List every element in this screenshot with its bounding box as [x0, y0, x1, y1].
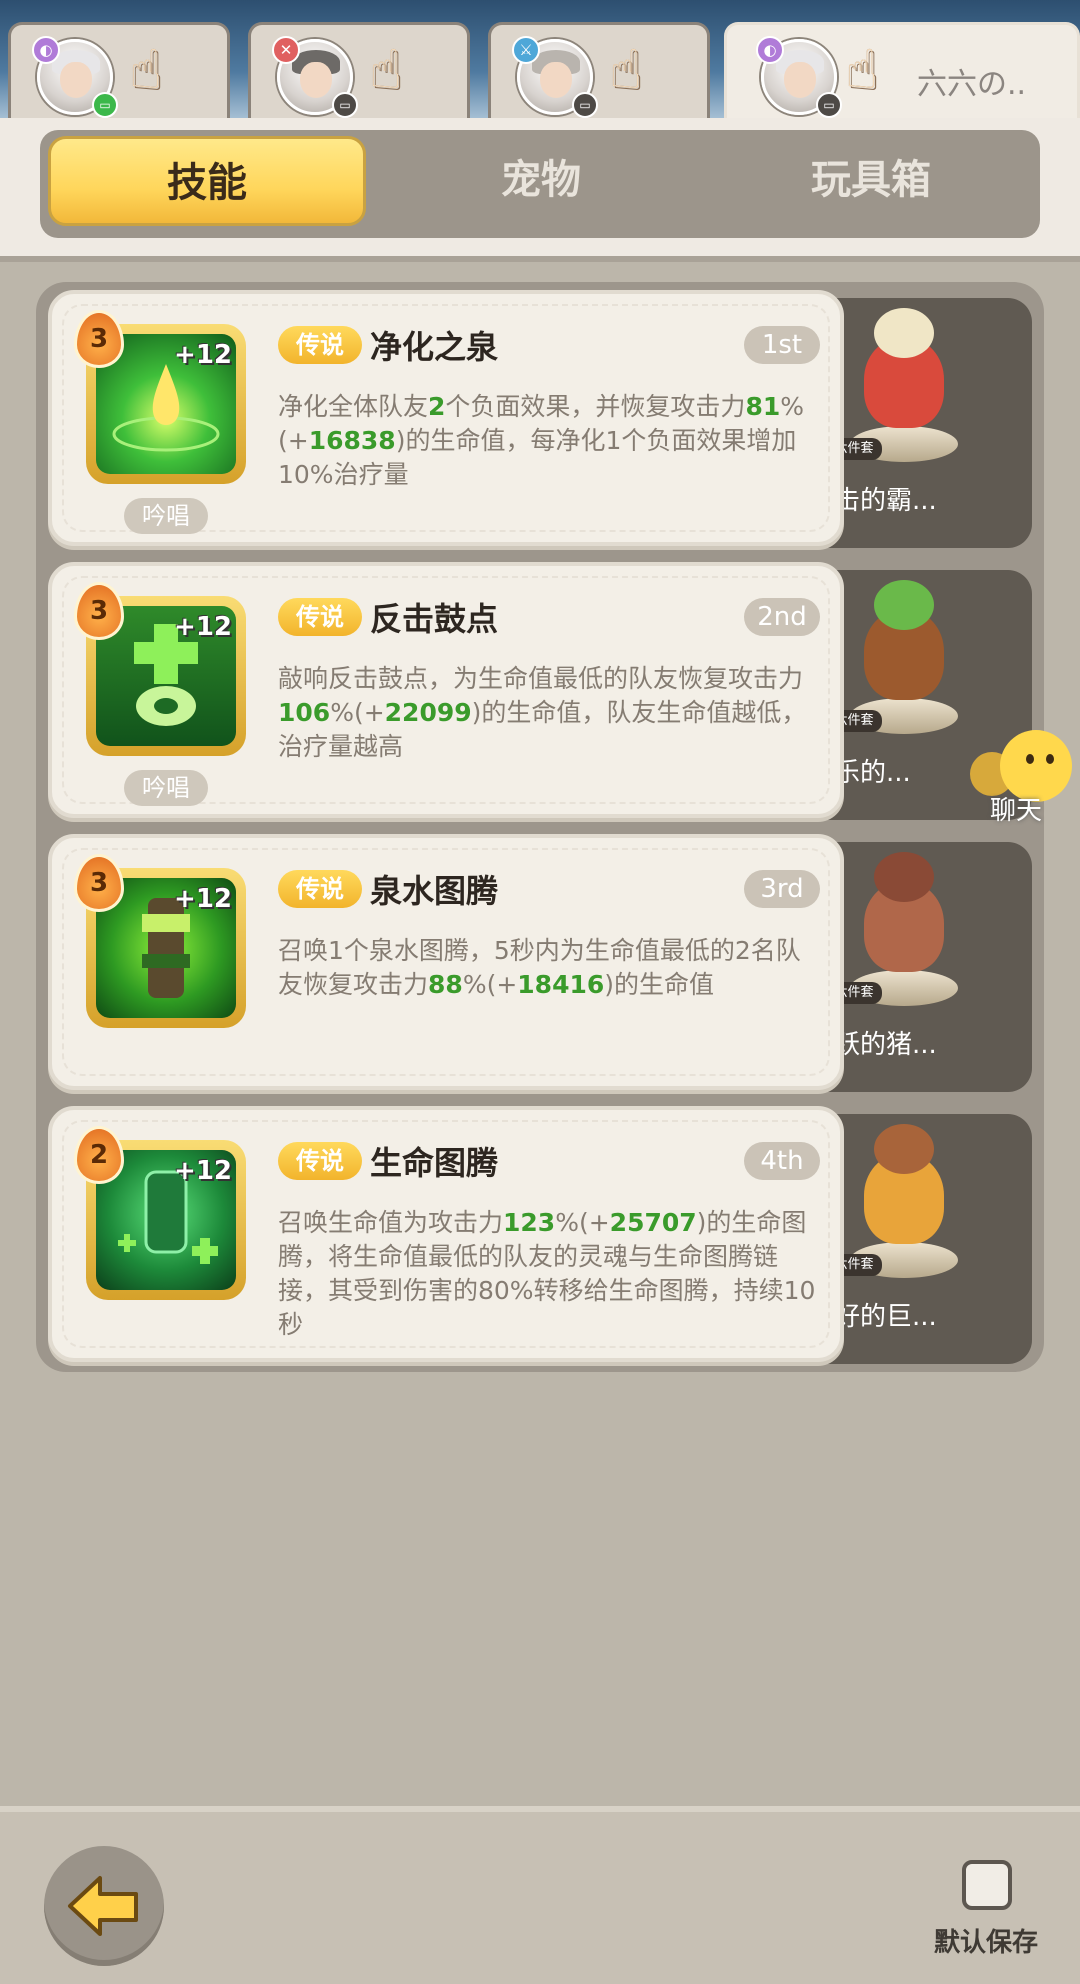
hero-tab-bar: ◐ ▭ ☝ ✕ ▭ ☝ ⚔ ▭ ☝ ◐ ▭ ☝ 六六の.. [0, 0, 1080, 132]
offline-status-icon: ▭ [332, 92, 358, 118]
skill-rank: 2nd [744, 598, 820, 636]
skill-plus-level: +12 [174, 1156, 232, 1186]
skill-plus-level: +12 [174, 340, 232, 370]
class-icon: ⚔ [512, 36, 540, 64]
category-tabs: 技能 宠物 玩具箱 [0, 118, 1080, 262]
pet-figure [846, 580, 966, 734]
skill-rank: 3rd [744, 870, 820, 908]
skill-level-badge: 3 [74, 310, 124, 368]
tab-skills[interactable]: 技能 [48, 136, 366, 226]
skill-icon[interactable]: 3 +12 [74, 854, 246, 1028]
class-icon: ◐ [756, 36, 784, 64]
rarity-badge: 传说 [278, 326, 362, 364]
skill-list-panel: 六件套 进击的霸... 3 +12 吟唱 传说 净化之泉 1st 净化全体队友2… [36, 282, 1044, 1372]
hero-tab-2[interactable]: ✕ ▭ ☝ [248, 22, 470, 122]
chat-label[interactable]: 聊天 [990, 790, 1042, 827]
pet-figure [846, 1124, 966, 1278]
skill-icon[interactable]: 2 +12 [74, 1126, 246, 1300]
skill-card[interactable]: 3 +12 吟唱 传说 净化之泉 1st 净化全体队友2个负面效果，并恢复攻击力… [48, 290, 844, 546]
hero-tab-3[interactable]: ⚔ ▭ ☝ [488, 22, 710, 122]
skill-name: 泉水图腾 [370, 872, 499, 910]
default-save-checkbox[interactable] [962, 1860, 1012, 1910]
skill-icon[interactable]: 3 +12 [74, 582, 246, 756]
skill-level-badge: 3 [74, 854, 124, 912]
skill-rank: 1st [744, 326, 820, 364]
hero-avatar: ✕ ▭ [272, 36, 358, 118]
skill-description: 敲响反击鼓点，为生命值最低的队友恢复攻击力106%(+22099)的生命值，队友… [278, 664, 807, 761]
skill-name: 反击鼓点 [370, 600, 499, 638]
skill-description: 召唤生命值为攻击力123%(+25707)的生命图腾，将生命值最低的队友的灵魂与… [278, 1208, 816, 1339]
skill-card[interactable]: 3 +12 吟唱 传说 反击鼓点 2nd 敲响反击鼓点，为生命值最低的队友恢复攻… [48, 562, 844, 818]
segment-control: 技能 宠物 玩具箱 [40, 130, 1040, 238]
like-hand-icon[interactable]: ☝ [129, 35, 162, 105]
tab-toybox[interactable]: 玩具箱 [706, 130, 1036, 238]
pet-figure [846, 308, 966, 462]
pet-figure [846, 852, 966, 1006]
skill-card[interactable]: 3 +12 传说 泉水图腾 3rd 召唤1个泉水图腾，5秒内为生命值最低的2名队… [48, 834, 844, 1090]
hero-tab-1[interactable]: ◐ ▭ ☝ [8, 22, 230, 122]
skill-row: 六件套 活跃的猪... 3 +12 传说 泉水图腾 3rd 召唤1个泉水图腾，5… [48, 834, 1032, 1092]
bottom-bar: 默认保存 [0, 1806, 1080, 1984]
online-status-icon: ▭ [92, 92, 118, 118]
skill-name: 生命图腾 [370, 1144, 499, 1182]
rarity-badge: 传说 [278, 598, 362, 636]
default-save-label: 默认保存 [934, 1928, 1039, 1958]
hero-avatar: ◐ ▭ [756, 36, 842, 118]
hero-tab-4[interactable]: ◐ ▭ ☝ 六六の.. [724, 22, 1080, 132]
rarity-badge: 传说 [278, 870, 362, 908]
skill-row: 六件套 进击的霸... 3 +12 吟唱 传说 净化之泉 1st 净化全体队友2… [48, 290, 1032, 548]
skill-card[interactable]: 2 +12 传说 生命图腾 4th 召唤生命值为攻击力123%(+25707)的… [48, 1106, 844, 1362]
chant-tag: 吟唱 [124, 498, 208, 534]
like-hand-icon[interactable]: ☝ [609, 35, 642, 105]
offline-status-icon: ▭ [816, 92, 842, 118]
hero-name: 六六の.. [917, 67, 1027, 102]
offline-status-icon: ▭ [572, 92, 598, 118]
skill-level-badge: 2 [74, 1126, 124, 1184]
back-button[interactable] [44, 1846, 164, 1966]
skill-name: 净化之泉 [370, 328, 499, 366]
hero-avatar: ◐ ▭ [32, 36, 118, 118]
skill-row: 六件套 友好的巨... 2 +12 传说 生命图腾 4th 召唤生命值为攻击力1… [48, 1106, 1032, 1364]
rarity-badge: 传说 [278, 1142, 362, 1180]
class-icon: ✕ [272, 36, 300, 64]
class-icon: ◐ [32, 36, 60, 64]
skill-level-badge: 3 [74, 582, 124, 640]
skill-row: 六件套 快乐的... 3 +12 吟唱 传说 反击鼓点 2nd 敲响反击鼓点，为… [48, 562, 1032, 820]
skill-icon[interactable]: 3 +12 [74, 310, 246, 484]
skill-plus-level: +12 [174, 884, 232, 914]
like-hand-icon[interactable]: ☝ [845, 35, 878, 105]
hero-avatar: ⚔ ▭ [512, 36, 598, 118]
skill-rank: 4th [744, 1142, 820, 1180]
like-hand-icon[interactable]: ☝ [369, 35, 402, 105]
back-arrow-icon [68, 1876, 138, 1936]
skill-description: 召唤1个泉水图腾，5秒内为生命值最低的2名队友恢复攻击力88%(+18416)的… [278, 936, 801, 999]
chant-tag: 吟唱 [124, 770, 208, 806]
skill-plus-level: +12 [174, 612, 232, 642]
tab-pets[interactable]: 宠物 [376, 130, 706, 238]
skill-description: 净化全体队友2个负面效果，并恢复攻击力81%(+16838)的生命值，每净化1个… [278, 392, 804, 489]
